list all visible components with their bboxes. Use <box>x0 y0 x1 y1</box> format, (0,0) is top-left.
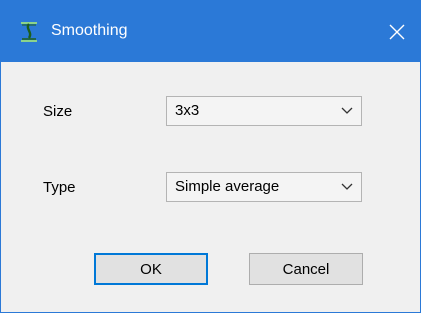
smoothing-dialog: Smoothing Size 3x3 Type Simple average O… <box>0 0 421 313</box>
close-icon <box>389 24 405 39</box>
type-label: Type <box>43 179 76 196</box>
chevron-down-icon <box>341 183 353 190</box>
ok-button[interactable]: OK <box>94 253 208 285</box>
window-title: Smoothing <box>51 22 128 39</box>
size-selected-value: 3x3 <box>175 102 200 119</box>
type-selected-value: Simple average <box>175 178 280 195</box>
type-dropdown[interactable]: Simple average <box>166 172 362 202</box>
size-dropdown[interactable]: 3x3 <box>166 96 362 126</box>
title-bar[interactable]: Smoothing <box>1 1 420 62</box>
smoothing-app-icon <box>21 22 37 42</box>
close-button[interactable] <box>374 1 420 62</box>
size-label: Size <box>43 103 73 120</box>
chevron-down-icon <box>341 107 353 114</box>
cancel-button[interactable]: Cancel <box>249 253 363 285</box>
